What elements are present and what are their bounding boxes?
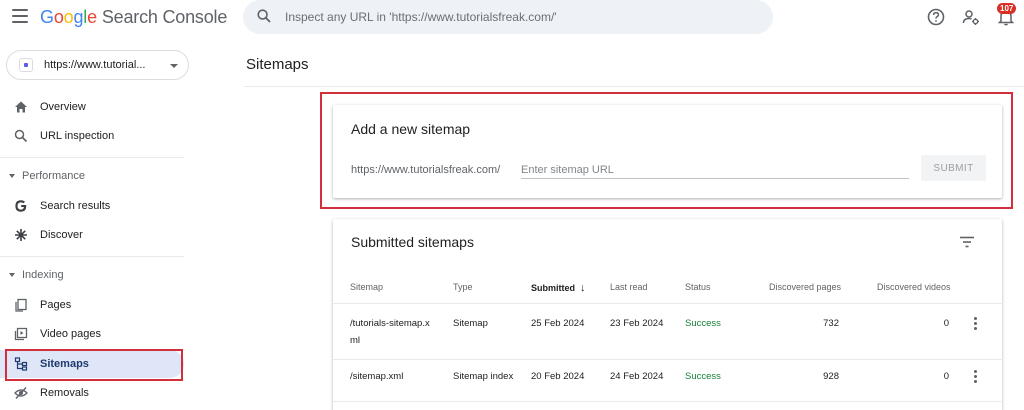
sidebar-section-label: Performance — [22, 170, 85, 182]
google-g-icon — [15, 200, 27, 212]
sort-descending-arrow-icon: ↓ — [580, 282, 586, 294]
dropdown-caret-icon — [170, 64, 178, 68]
collapse-triangle-icon — [9, 174, 15, 178]
sidebar-item-url-inspection[interactable]: URL inspection — [0, 122, 184, 150]
property-label: https://www.tutorial... — [44, 59, 146, 71]
inspect-url-input[interactable] — [285, 7, 755, 27]
google-search-console-logo[interactable]: Google Search Console — [40, 7, 227, 28]
logo-letter: o — [53, 7, 64, 27]
url-inspection-search-bar[interactable] — [243, 0, 773, 34]
sidebar-item-removals[interactable]: Removals — [0, 379, 184, 407]
logo-letter: G — [40, 7, 54, 27]
cell-discovered-pages: 928 — [823, 371, 839, 382]
column-header-discovered-pages[interactable]: Discovered pages — [769, 282, 841, 292]
sidebar-item-pages[interactable]: Pages — [0, 291, 184, 319]
cell-sitemap: /tutorials-sitemap.x — [350, 318, 430, 329]
property-selector[interactable]: https://www.tutorial... — [6, 50, 189, 80]
sidebar-item-label: Removals — [40, 387, 89, 399]
cell-type: Sitemap — [453, 318, 488, 329]
video-pages-icon — [14, 327, 28, 341]
top-app-bar: GoogleSearch Console 107 — [0, 0, 1024, 34]
column-header-last-read[interactable]: Last read — [610, 282, 648, 292]
property-favicon-icon — [19, 58, 33, 72]
cell-sitemap-continued: ml — [350, 335, 361, 346]
search-icon — [257, 9, 271, 23]
discover-asterisk-icon — [15, 229, 27, 241]
cell-discovered-videos: 0 — [943, 318, 949, 329]
sidebar-item-search-results[interactable]: Search results — [0, 192, 184, 220]
sidebar-section-indexing[interactable]: Indexing — [0, 264, 184, 286]
row-more-options-icon[interactable] — [970, 317, 980, 331]
filter-icon[interactable] — [959, 235, 975, 249]
sidebar-item-overview[interactable]: Overview — [0, 93, 184, 121]
cell-last-read: 24 Feb 2024 — [610, 371, 664, 382]
column-header-type[interactable]: Type — [453, 282, 473, 292]
table-row-divider — [333, 303, 1003, 304]
column-header-discovered-videos[interactable]: Discovered videos — [877, 282, 951, 292]
cell-discovered-videos: 0 — [943, 371, 949, 382]
column-header-submitted[interactable]: Submitted ↓ — [531, 282, 586, 294]
sidebar-item-label: Overview — [40, 101, 86, 113]
sidebar-item-label: Video pages — [40, 328, 101, 340]
cell-sitemap: /sitemap.xml — [350, 371, 404, 382]
row-more-options-icon[interactable] — [970, 370, 980, 384]
logo-letter: e — [87, 7, 97, 27]
cell-submitted: 20 Feb 2024 — [531, 371, 585, 382]
cell-type: Sitemap index — [453, 371, 514, 382]
column-header-status[interactable]: Status — [685, 282, 711, 292]
sidebar-divider — [0, 256, 184, 257]
help-icon[interactable] — [926, 7, 946, 27]
highlight-box-add-sitemap — [320, 92, 1013, 209]
page-title: Sitemaps — [246, 56, 309, 73]
sidebar-item-label: Search results — [40, 200, 111, 212]
highlight-box-sitemaps — [5, 349, 183, 381]
cell-submitted: 25 Feb 2024 — [531, 318, 585, 329]
sidebar-item-video-pages[interactable]: Video pages — [0, 320, 184, 348]
sidebar-section-label: Indexing — [22, 269, 64, 281]
page-header-divider — [244, 86, 1024, 87]
table-row-divider — [333, 401, 1003, 402]
cell-last-read: 23 Feb 2024 — [610, 318, 664, 329]
sidebar-item-discover[interactable]: Discover — [0, 221, 184, 249]
cell-status: Success — [685, 371, 721, 382]
search-icon — [14, 129, 28, 143]
notification-count-badge: 107 — [997, 3, 1017, 14]
logo-letter: o — [63, 7, 74, 27]
cell-discovered-pages: 732 — [823, 318, 839, 329]
collapse-triangle-icon — [9, 273, 15, 277]
sidebar-item-label: Discover — [40, 229, 83, 241]
column-header-submitted-label: Submitted — [531, 283, 575, 293]
sidebar-divider — [0, 157, 184, 158]
user-settings-icon[interactable] — [961, 7, 981, 27]
submitted-sitemaps-card: Submitted sitemaps Sitemap Type Submitte… — [333, 219, 1003, 410]
hamburger-menu-icon[interactable] — [12, 9, 28, 23]
product-name: Search Console — [101, 7, 228, 27]
cell-status: Success — [685, 318, 721, 329]
sidebar-item-label: Pages — [40, 299, 72, 311]
logo-letter: g — [73, 7, 84, 27]
home-icon — [15, 101, 27, 113]
sidebar-section-performance[interactable]: Performance — [0, 165, 184, 187]
removals-eye-off-icon — [14, 387, 28, 399]
sidebar-item-label: URL inspection — [40, 130, 115, 142]
submitted-sitemaps-title: Submitted sitemaps — [351, 234, 474, 250]
column-header-sitemap[interactable]: Sitemap — [350, 282, 383, 292]
table-row-divider — [333, 359, 1003, 360]
pages-icon — [15, 298, 27, 312]
